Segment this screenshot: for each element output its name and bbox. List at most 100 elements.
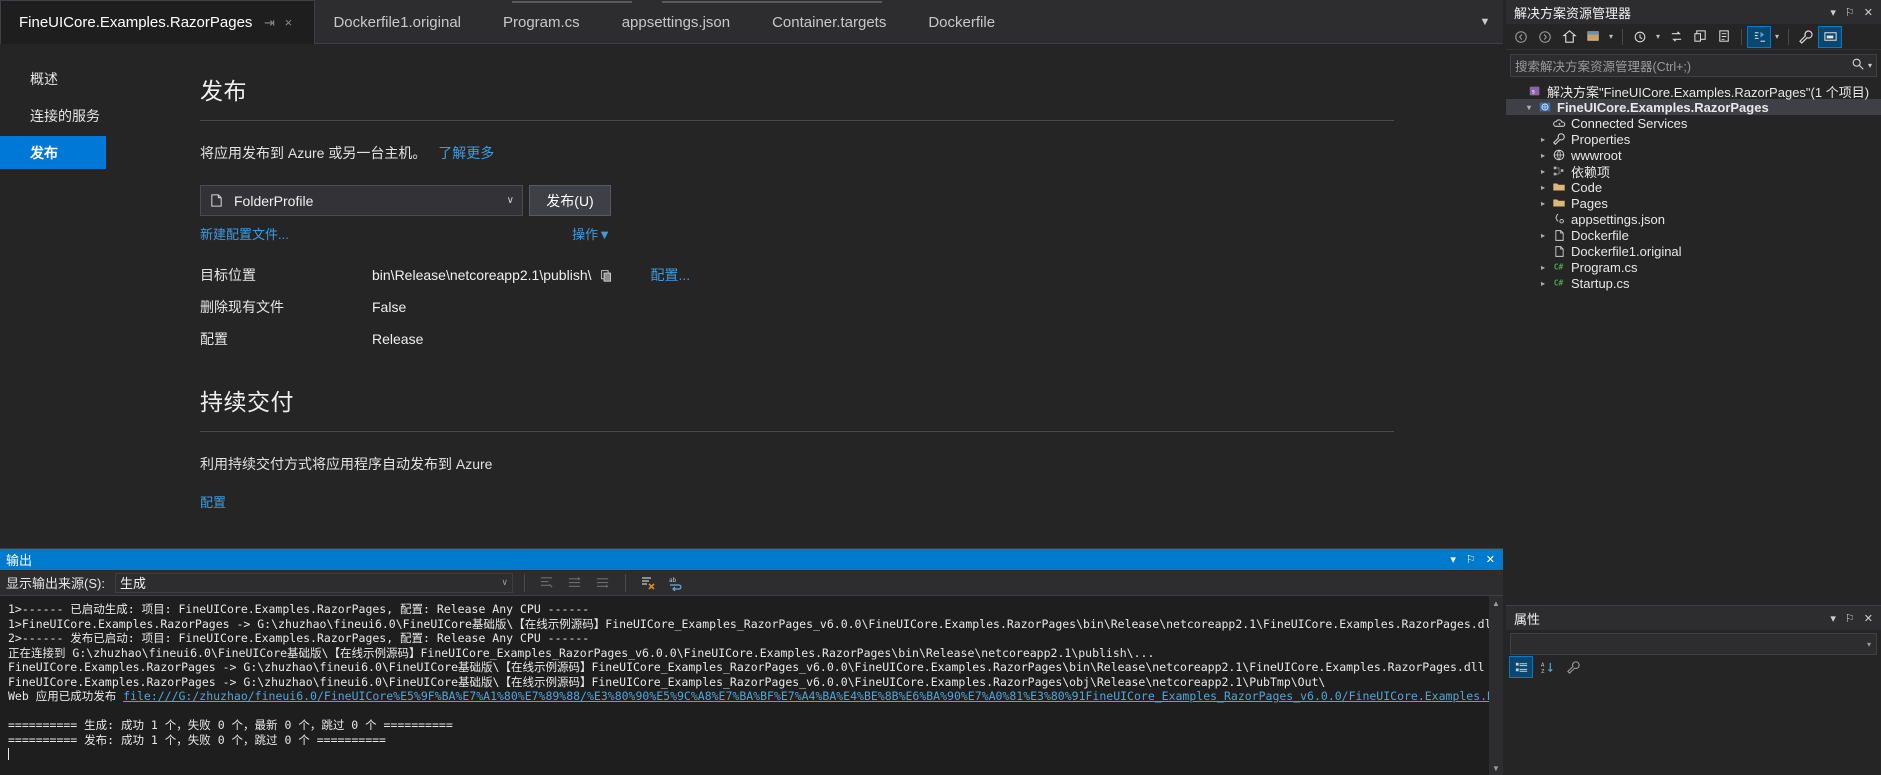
pending-changes-icon[interactable] <box>1582 27 1604 47</box>
tree-item-appsettings-json[interactable]: appsettings.json <box>1506 211 1881 227</box>
output-text[interactable]: 1>------ 已启动生成: 项目: FineUICore.Examples.… <box>0 596 1503 775</box>
twisty[interactable]: ▸ <box>1536 167 1550 176</box>
toolbar-divider <box>1622 28 1623 45</box>
twisty-expanded[interactable]: ▾ <box>1522 103 1536 112</box>
twisty[interactable]: ▸ <box>1536 199 1550 208</box>
output-panel-title: 输出 <box>6 553 33 568</box>
solution-explorer-search-input[interactable]: 搜索解决方案资源管理器(Ctrl+;) ▾ <box>1510 54 1877 77</box>
tree-item-solution[interactable]: s 解决方案"FineUICore.Examples.RazorPages"(1… <box>1506 83 1881 100</box>
setting-value-group: bin\Release\netcoreapp2.1\publish\ 配置... <box>372 265 690 285</box>
forward-icon[interactable] <box>1534 27 1556 47</box>
go-to-previous-message-icon[interactable] <box>564 573 586 593</box>
tree-item-program-cs[interactable]: ▸ C# Program.cs <box>1506 259 1881 275</box>
new-profile-link[interactable]: 新建配置文件... <box>200 224 289 243</box>
tree-item-properties[interactable]: ▸ Properties <box>1506 131 1881 147</box>
output-source-select[interactable]: 生成 ∨ <box>114 572 513 593</box>
text-caret <box>8 748 9 760</box>
tree-item-pages[interactable]: ▸ Pages <box>1506 195 1881 211</box>
history-dropdown-icon[interactable]: ▾ <box>1653 32 1663 41</box>
tree-item-dockerfile1-original[interactable]: Dockerfile1.original <box>1506 243 1881 259</box>
search-dropdown-icon[interactable]: ▾ <box>1868 61 1872 70</box>
go-to-next-message-icon[interactable] <box>592 573 614 593</box>
output-scrollbar[interactable]: ▲ ▼ <box>1489 596 1503 775</box>
sync-icon[interactable] <box>1665 27 1687 47</box>
tab-container-targets[interactable]: Container.targets <box>754 0 910 44</box>
preview-selected-items-icon[interactable] <box>1818 25 1842 48</box>
pin-icon[interactable]: ⚐ <box>1845 612 1855 625</box>
twisty[interactable]: ▸ <box>1536 231 1550 240</box>
twisty[interactable]: ▸ <box>1536 263 1550 272</box>
tree-item-startup-cs[interactable]: ▸ C# Startup.cs <box>1506 275 1881 291</box>
properties-object-select[interactable]: ▾ <box>1510 633 1877 655</box>
solution-explorer-title: 解决方案资源管理器 <box>1514 5 1632 21</box>
csharp-icon: C# <box>1550 276 1568 290</box>
actions-menu[interactable]: 操作▼ <box>572 224 611 243</box>
tab-label: appsettings.json <box>621 13 731 31</box>
tree-item-wwwroot[interactable]: ▸ wwwroot <box>1506 147 1881 163</box>
pin-icon[interactable]: ⚐ <box>1845 6 1855 19</box>
pin-icon[interactable]: ⚐ <box>1466 553 1476 566</box>
sidebar-item-publish[interactable]: 发布 <box>0 136 106 169</box>
sync-dropdown-icon[interactable]: ▾ <box>1772 32 1782 41</box>
categorized-icon[interactable] <box>1509 656 1533 678</box>
close-icon[interactable]: ✕ <box>1864 6 1873 19</box>
publish-profile-select[interactable]: FolderProfile ∨ <box>200 185 523 216</box>
actions-link[interactable]: 操作 <box>572 227 598 242</box>
tab-dockerfile[interactable]: Dockerfile <box>910 0 1019 44</box>
tab-label: Dockerfile <box>928 13 996 31</box>
target-location-configure-link[interactable]: 配置... <box>651 265 691 285</box>
chevron-down-icon[interactable]: ▾ <box>1830 6 1836 19</box>
collapse-all-icon[interactable] <box>1689 27 1711 47</box>
property-pages-icon[interactable] <box>1562 657 1584 677</box>
tree-item-project-fineuicore-examples-razorpages[interactable]: ▾ FineUICore.Examples.RazorPages <box>1506 99 1881 115</box>
output-panel: 输出 ▾ ⚐ ✕ 显示输出来源(S): 生成 ∨ ab 1>------ 已启动… <box>0 548 1503 775</box>
tab-dockerfile1-original[interactable]: Dockerfile1.original <box>315 0 485 44</box>
tree-item-dependencies[interactable]: ▸ 依赖项 <box>1506 163 1881 180</box>
twisty[interactable]: ▸ <box>1536 135 1550 144</box>
tab-fineuicore-examples-razorpages[interactable]: FineUICore.Examples.RazorPages ⇥ × <box>0 0 316 44</box>
chevron-down-icon[interactable]: ▾ <box>1450 553 1456 566</box>
twisty[interactable]: ▸ <box>1536 183 1550 192</box>
tree-item-connected-services[interactable]: Connected Services <box>1506 115 1881 131</box>
learn-more-link[interactable]: 了解更多 <box>438 145 494 161</box>
close-icon[interactable]: ✕ <box>1486 553 1495 566</box>
scroll-down-icon[interactable]: ▼ <box>1489 761 1503 775</box>
properties-icon[interactable] <box>1795 27 1817 47</box>
alphabetical-sort-icon[interactable]: AZ <box>1536 657 1558 677</box>
setting-label: 配置 <box>200 331 228 347</box>
close-icon[interactable]: × <box>280 15 296 31</box>
pin-icon[interactable]: ⇥ <box>261 15 277 31</box>
clear-all-icon[interactable] <box>637 573 659 593</box>
search-icon[interactable] <box>1851 57 1865 74</box>
sync-with-active-document-icon[interactable] <box>1747 25 1771 48</box>
pending-changes-dropdown-icon[interactable]: ▾ <box>1606 32 1616 41</box>
sidebar-item-overview[interactable]: 概述 <box>0 62 106 95</box>
chevron-down-icon[interactable]: ▾ <box>1830 612 1836 625</box>
tree-item-code[interactable]: ▸ Code <box>1506 179 1881 195</box>
right-dock: 解决方案资源管理器 ▾ ⚐ ✕ ▾ ▾ ▾ 搜索解决方案资源管理器(Ctrl+;… <box>1506 0 1881 775</box>
publish-success-url-link[interactable]: file:///G:/zhuzhao/fineui6.0/FineUICore%… <box>123 689 1503 703</box>
publish-button[interactable]: 发布(U) <box>529 185 611 216</box>
publish-settings-list: 目标位置 bin\Release\netcoreapp2.1\publish\ … <box>200 265 1503 349</box>
tab-appsettings-json[interactable]: appsettings.json <box>604 0 754 44</box>
publish-description-text: 将应用发布到 Azure 或另一台主机。 <box>200 145 427 161</box>
tab-program-cs[interactable]: Program.cs <box>485 0 604 44</box>
sidebar-item-connected-services[interactable]: 连接的服务 <box>0 99 106 132</box>
continuous-delivery-configure-link[interactable]: 配置 <box>200 495 226 510</box>
tree-item-dockerfile[interactable]: ▸ Dockerfile <box>1506 227 1881 243</box>
scroll-up-icon[interactable]: ▲ <box>1489 596 1503 610</box>
tab-overflow-chevron-down-icon[interactable]: ▼ <box>1473 0 1497 44</box>
twisty[interactable]: ▸ <box>1536 151 1550 160</box>
twisty[interactable]: ▸ <box>1536 279 1550 288</box>
find-message-icon[interactable] <box>536 573 558 593</box>
csharp-icon: C# <box>1550 260 1568 274</box>
back-icon[interactable] <box>1510 27 1532 47</box>
toggle-word-wrap-icon[interactable]: ab <box>665 573 687 593</box>
chevron-down-icon[interactable]: ▼ <box>598 227 611 242</box>
copy-icon[interactable] <box>600 269 613 282</box>
show-all-files-icon[interactable] <box>1713 27 1735 47</box>
home-icon[interactable] <box>1558 27 1580 47</box>
close-icon[interactable]: ✕ <box>1864 612 1873 625</box>
history-icon[interactable] <box>1629 27 1651 47</box>
sidebar-item-label: 连接的服务 <box>30 107 100 124</box>
